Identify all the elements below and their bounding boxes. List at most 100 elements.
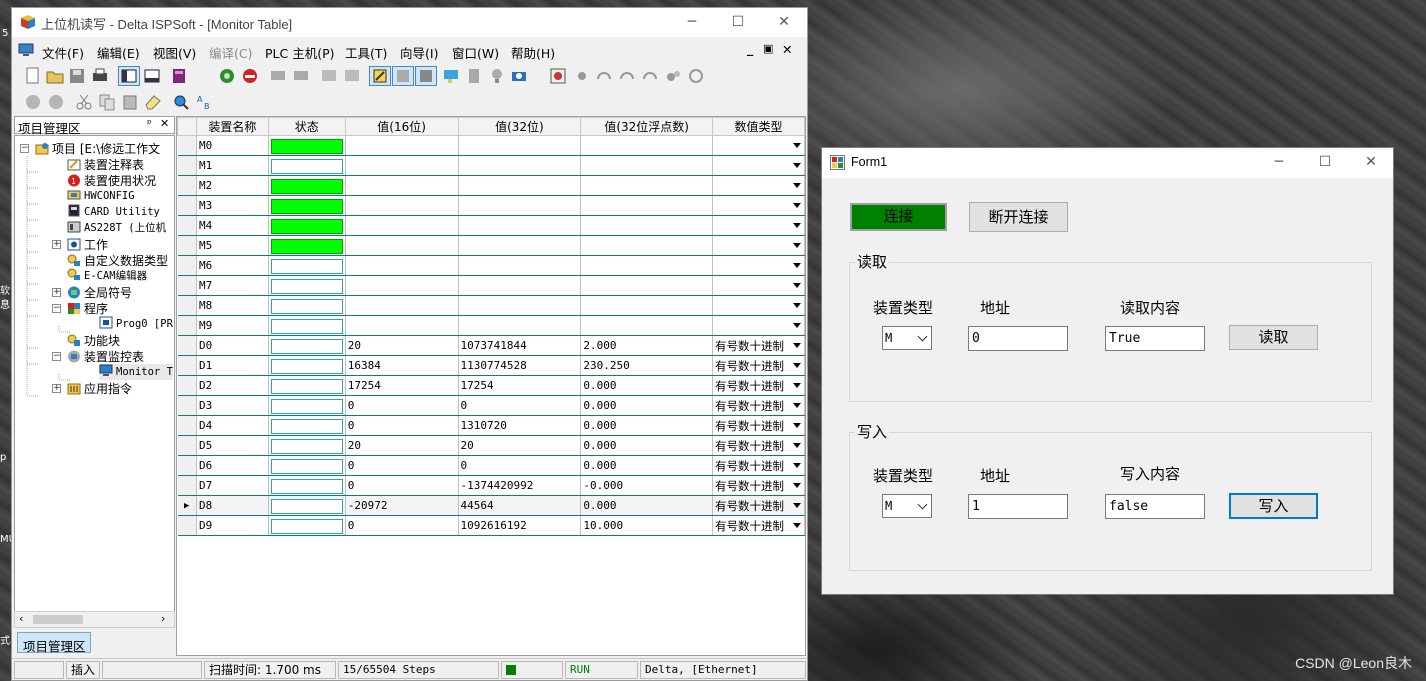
row-selector[interactable] [177,475,197,496]
device-name-cell[interactable]: M0 [195,135,269,156]
table-row[interactable]: M0 [177,135,805,156]
status-cell[interactable] [267,515,346,536]
disconnect-button[interactable]: 断开连接 [969,202,1068,232]
dropdown-arrow-icon[interactable] [793,523,801,528]
status-cell[interactable] [267,355,346,376]
read-button[interactable]: 读取 [1229,325,1318,350]
value32-cell[interactable]: 0 [457,395,582,416]
float-value-cell[interactable]: 0.000 [580,435,714,456]
step-over-icon[interactable] [618,67,636,85]
stop-icon[interactable] [241,67,259,85]
project-pane-toggle-icon[interactable] [118,66,140,86]
row-selector[interactable] [177,375,197,396]
value32-cell[interactable]: 1130774528 [457,355,582,376]
column-header-value16[interactable]: 值(16位) [344,117,459,136]
scroll-right-icon[interactable]: › [161,612,165,625]
value32-cell[interactable] [457,195,582,216]
upload-icon[interactable] [292,67,310,85]
table-row[interactable]: M7 [177,275,805,296]
value16-cell[interactable]: 20 [344,435,459,456]
value16-cell[interactable]: 0 [344,515,459,536]
status-cell[interactable] [267,455,346,476]
menu-view[interactable]: 视图(V) [153,43,196,62]
float-value-cell[interactable] [580,255,714,276]
value-type-select[interactable] [712,255,805,276]
value32-cell[interactable] [457,215,582,236]
value-type-select[interactable]: 有号数十进制 [712,495,805,516]
device-name-cell[interactable]: M6 [195,255,269,276]
tree-item-ecam[interactable]: E-CAM编辑器 [67,268,147,284]
float-value-cell[interactable] [580,215,714,236]
row-selector[interactable] [177,175,197,196]
value16-cell[interactable] [344,255,459,276]
row-selector[interactable] [177,435,197,456]
row-selector[interactable] [177,455,197,476]
value-type-select[interactable]: 有号数十进制 [712,415,805,436]
dropdown-arrow-icon[interactable] [793,163,801,168]
status-cell[interactable] [267,475,346,496]
table-row[interactable]: M2 [177,175,805,196]
table-row[interactable]: M8 [177,295,805,316]
device-name-cell[interactable]: D9 [195,515,269,536]
status-cell[interactable] [267,275,346,296]
value16-cell[interactable] [344,215,459,236]
comment-icon[interactable] [442,67,460,85]
row-selector[interactable] [177,355,197,376]
dropdown-arrow-icon[interactable] [793,143,801,148]
mdi-restore-button[interactable]: ▣ [763,42,773,55]
force-icon[interactable] [465,67,483,85]
status-cell[interactable] [267,295,346,316]
table-row[interactable]: D6 0 0 0.000 有号数十进制 [177,455,805,476]
form1-close-button[interactable]: ✕ [1348,148,1394,176]
value-type-select[interactable]: 有号数十进制 [712,355,805,376]
float-value-cell[interactable]: 0.000 [580,395,714,416]
float-value-cell[interactable] [580,135,714,156]
ispsoft-titlebar[interactable]: 上位机读写 - Delta ISPSoft - [Monitor Table] … [12,8,807,37]
status-cell[interactable] [267,155,346,176]
device-name-cell[interactable]: D7 [195,475,269,496]
row-selector[interactable] [177,255,197,276]
value-type-select[interactable]: 有号数十进制 [712,395,805,416]
float-value-cell[interactable] [580,295,714,316]
column-header-status[interactable]: 状态 [267,117,346,136]
float-value-cell[interactable]: 0.000 [580,415,714,436]
status-cell[interactable] [267,375,346,396]
row-selector[interactable] [177,515,197,536]
dropdown-arrow-icon[interactable] [793,323,801,328]
scroll-left-icon[interactable]: ‹ [19,612,23,625]
device-name-cell[interactable]: D0 [195,335,269,356]
dropdown-arrow-icon[interactable] [793,503,801,508]
table-row[interactable]: M9 [177,315,805,336]
value32-cell[interactable] [457,275,582,296]
float-value-cell[interactable]: 10.000 [580,515,714,536]
menu-wizard[interactable]: 向导(I) [400,43,438,62]
status-cell[interactable] [267,175,346,196]
value16-cell[interactable] [344,175,459,196]
menu-help[interactable]: 帮助(H) [511,43,555,62]
menu-window[interactable]: 窗口(W) [452,43,499,62]
device-name-cell[interactable]: D5 [195,435,269,456]
row-selector[interactable] [177,235,197,256]
value16-cell[interactable]: 16384 [344,355,459,376]
minimize-button[interactable]: ─ [669,8,715,37]
value16-cell[interactable] [344,155,459,176]
table-row[interactable]: M1 [177,155,805,176]
row-selector[interactable] [177,295,197,316]
output-window-icon[interactable] [143,67,161,85]
value32-cell[interactable] [457,295,582,316]
dropdown-arrow-icon[interactable] [793,423,801,428]
device-name-cell[interactable]: M3 [195,195,269,216]
expand-app-instruction-icon[interactable]: + [52,384,61,393]
monitor-view-icon[interactable] [392,66,414,86]
row-selector[interactable] [177,275,197,296]
new-file-icon[interactable] [24,67,42,85]
find-icon[interactable] [172,93,190,111]
value-type-select[interactable] [712,295,805,316]
device-name-cell[interactable]: D3 [195,395,269,416]
column-header-float[interactable]: 值(32位浮点数) [580,117,714,136]
redo-icon[interactable] [47,93,65,111]
manual-book-icon[interactable] [170,67,188,85]
status-cell[interactable] [267,315,346,336]
dropdown-arrow-icon[interactable] [793,223,801,228]
run-to-cursor-icon[interactable] [664,67,682,85]
